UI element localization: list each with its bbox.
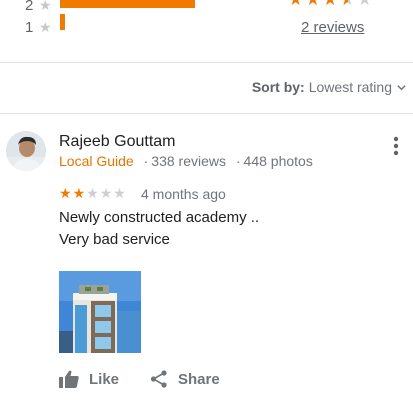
local-guide-badge: Local Guide xyxy=(59,153,134,169)
like-label: Like xyxy=(89,370,120,388)
review-text-line: Very bad service xyxy=(59,231,170,248)
star-icon: ★ xyxy=(59,185,73,201)
rating-row-label: 1 xyxy=(25,18,34,36)
summary-rating-stars: ★★★★★★ xyxy=(288,0,374,10)
review-rating-stars: ★★★★★ xyxy=(59,185,127,202)
star-icon: ★★ xyxy=(340,0,357,10)
star-icon: ★ xyxy=(357,0,374,9)
star-icon: ★ xyxy=(113,185,127,201)
reviews-count-link[interactable]: 2 reviews xyxy=(301,19,364,36)
review-photo[interactable] xyxy=(59,271,141,353)
review-time: 4 months ago xyxy=(141,186,226,202)
rating-row-label: 2 xyxy=(25,0,34,14)
star-half-fill: ★ xyxy=(340,0,349,10)
rating-bar xyxy=(60,0,195,8)
reviewer-name[interactable]: Rajeeb Gouttam xyxy=(59,133,176,151)
rating-row-1[interactable]: 1 ★ xyxy=(0,14,260,38)
star-icon: ★ xyxy=(72,185,87,201)
separator: · xyxy=(235,153,241,169)
photos-count: 448 photos xyxy=(243,153,313,169)
star-icon: ★ xyxy=(86,185,100,201)
review-text: Newly constructed academy .. Very bad se… xyxy=(59,207,259,251)
share-button[interactable]: Share xyxy=(150,370,220,388)
reviews-panel: 2 ★ 1 ★ ★★★★★★ 2 reviews Sort by: Lowest… xyxy=(0,0,413,400)
divider xyxy=(0,113,413,114)
sort-value: Lowest rating xyxy=(308,79,392,95)
avatar[interactable] xyxy=(6,131,46,171)
sort-label: Sort by: xyxy=(251,79,305,95)
divider xyxy=(0,62,413,63)
star-icon: ★ xyxy=(323,0,340,9)
star-icon: ★ xyxy=(99,185,114,201)
star-icon: ★ xyxy=(288,0,305,9)
sort-dropdown[interactable]: Sort by: Lowest rating xyxy=(252,79,407,95)
thumb-up-icon xyxy=(59,370,79,388)
share-label: Share xyxy=(178,370,220,388)
chevron-down-icon xyxy=(397,84,406,90)
avatar-photo xyxy=(6,131,46,171)
reviews-count: 338 reviews xyxy=(151,153,226,169)
rating-bar xyxy=(60,14,65,30)
share-icon xyxy=(150,370,167,388)
reviewer-meta: Local Guide · 338 reviews · 448 photos xyxy=(59,153,313,169)
like-button[interactable]: Like xyxy=(59,370,119,388)
building-photo xyxy=(59,271,141,353)
star-icon: ★ xyxy=(39,0,52,13)
more-vert-icon[interactable] xyxy=(391,136,401,156)
rating-row-2[interactable]: 2 ★ xyxy=(0,0,260,16)
star-icon: ★ xyxy=(39,18,52,35)
star-icon: ★ xyxy=(305,0,322,9)
review-text-line: Newly constructed academy .. xyxy=(59,209,260,226)
separator: · xyxy=(143,153,149,169)
